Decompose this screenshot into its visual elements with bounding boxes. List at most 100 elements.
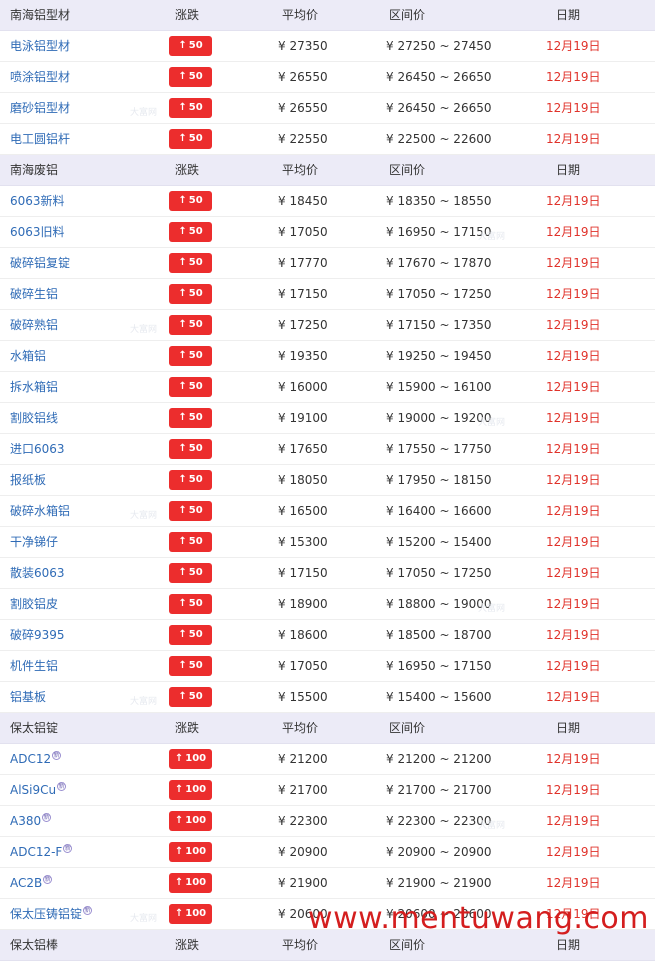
table-row: 干净锑仔 ↑ 50 ¥ 15300 ¥ 15200 ~ 15400 12月19日 <box>0 527 655 558</box>
new-tag-icon: 新 <box>42 813 52 822</box>
product-name-link[interactable]: 电工圆铝杆 <box>10 124 70 154</box>
change-value: 50 <box>188 598 203 609</box>
change-badge: ↑ 100 <box>169 780 212 800</box>
avg-price: ¥ 27350 <box>278 39 328 53</box>
range-price: ¥ 26450 ~ 26650 <box>386 70 492 84</box>
up-arrow-icon: ↑ <box>174 877 184 888</box>
date: 12月19日 <box>546 845 601 859</box>
change-value: 50 <box>188 257 203 268</box>
section-header: 保太铝锭 涨跌 平均价 区间价 日期 <box>0 713 655 744</box>
avg-price: ¥ 18450 <box>278 194 328 208</box>
up-arrow-icon: ↑ <box>178 443 187 454</box>
header-name: 保太铝锭 <box>10 721 59 735</box>
watermark-logo: 大富网 <box>130 108 158 118</box>
product-name-link[interactable]: 6063旧料 <box>10 217 65 247</box>
change-badge: ↑ 50 <box>169 563 212 583</box>
product-name-link[interactable]: ADC12-F 新 <box>10 837 73 867</box>
up-arrow-icon: ↑ <box>178 226 187 237</box>
change-value: 50 <box>188 195 203 206</box>
avg-price: ¥ 16000 <box>278 380 328 394</box>
date: 12月19日 <box>546 783 601 797</box>
product-name-link[interactable]: 水箱铝 <box>10 341 46 371</box>
watermark-logo: 大富网 <box>130 325 158 335</box>
table-row: 进口6063 ↑ 50 ¥ 17650 ¥ 17550 ~ 17750 12月19日 <box>0 434 655 465</box>
product-name: A380 <box>10 814 42 828</box>
product-name: 散装6063 <box>10 566 65 580</box>
product-name: 干净锑仔 <box>10 535 59 549</box>
change-value: 50 <box>188 319 203 330</box>
product-name-link[interactable]: 拆水箱铝 <box>10 372 58 402</box>
up-arrow-icon: ↑ <box>178 71 187 82</box>
table-row: 电泳铝型材 ↑ 50 ¥ 27350 ¥ 27250 ~ 27450 12月19日 <box>0 31 655 62</box>
date: 12月19日 <box>546 752 601 766</box>
change-value: 100 <box>185 753 207 764</box>
price-table: 南海铝型材 涨跌 平均价 区间价 日期 电泳铝型材 ↑ 50 ¥ 27350 ¥ 27250 ~ … <box>0 0 655 961</box>
product-name-link[interactable]: 破碎生铝 <box>10 279 58 309</box>
change-badge: ↑ 50 <box>169 625 212 645</box>
product-name-link[interactable]: 报纸板 <box>10 465 46 495</box>
date: 12月19日 <box>546 380 601 394</box>
date: 12月19日 <box>546 535 601 549</box>
watermark-logo: 大富网 <box>130 511 158 521</box>
range-price: ¥ 18350 ~ 18550 <box>386 194 492 208</box>
table-row: 磨砂铝型材 ↑ 50 ¥ 26550 ¥ 26450 ~ 26650 12月19日 大富网 <box>0 93 655 124</box>
header-name: 南海铝型材 <box>10 8 71 22</box>
product-name-link[interactable]: 破碎9395 <box>10 620 65 650</box>
product-name-link[interactable]: 破碎熟铝 <box>10 310 58 340</box>
avg-price: ¥ 17250 <box>278 318 328 332</box>
change-value: 50 <box>188 350 203 361</box>
section-header: 南海铝型材 涨跌 平均价 区间价 日期 <box>0 0 655 31</box>
product-name-link[interactable]: 6063新料 <box>10 186 65 216</box>
product-name-link[interactable]: 铝基板 <box>10 682 46 712</box>
change-value: 50 <box>188 536 203 547</box>
header-avg-price: 平均价 <box>282 8 319 22</box>
range-price: ¥ 21900 ~ 21900 <box>386 876 492 890</box>
product-name-link[interactable]: 喷涂铝型材 <box>10 62 70 92</box>
change-value: 50 <box>188 40 203 51</box>
header-name: 南海废铝 <box>10 163 59 177</box>
product-name-link[interactable]: 割胶铝皮 <box>10 589 58 619</box>
new-tag-icon: 新 <box>57 782 67 791</box>
product-name-link[interactable]: 磨砂铝型材 <box>10 93 70 123</box>
change-badge: ↑ 50 <box>169 470 212 490</box>
range-price: ¥ 15200 ~ 15400 <box>386 535 492 549</box>
product-name-link[interactable]: A380 新 <box>10 806 52 836</box>
product-name-link[interactable]: AlSi9Cu 新 <box>10 775 67 805</box>
up-arrow-icon: ↑ <box>178 629 187 640</box>
product-name: 进口6063 <box>10 442 65 456</box>
change-value: 50 <box>188 71 203 82</box>
product-name-link[interactable]: 破碎铝复锭 <box>10 248 70 278</box>
change-badge: ↑ 100 <box>169 873 212 893</box>
up-arrow-icon: ↑ <box>174 753 184 764</box>
range-price: ¥ 15900 ~ 16100 <box>386 380 492 394</box>
avg-price: ¥ 17050 <box>278 659 328 673</box>
product-name-link[interactable]: 散装6063 <box>10 558 65 588</box>
change-value: 50 <box>188 443 203 454</box>
product-name-link[interactable]: 电泳铝型材 <box>10 31 70 61</box>
product-name: 割胶铝皮 <box>10 597 59 611</box>
avg-price: ¥ 17150 <box>278 566 328 580</box>
up-arrow-icon: ↑ <box>174 846 184 857</box>
table-row: 散装6063 ↑ 50 ¥ 17150 ¥ 17050 ~ 17250 12月19日 <box>0 558 655 589</box>
header-range-price: 区间价 <box>389 163 426 177</box>
product-name-link[interactable]: 进口6063 <box>10 434 65 464</box>
up-arrow-icon: ↑ <box>178 40 187 51</box>
date: 12月19日 <box>546 287 601 301</box>
product-name-link[interactable]: ADC12 新 <box>10 744 62 774</box>
table-row: 6063旧料 ↑ 50 ¥ 17050 ¥ 16950 ~ 17150 12月19日 大富网 <box>0 217 655 248</box>
new-tag-icon: 新 <box>83 906 93 915</box>
product-name-link[interactable]: 干净锑仔 <box>10 527 58 557</box>
change-value: 50 <box>188 226 203 237</box>
product-name-link[interactable]: AC2B 新 <box>10 868 53 898</box>
product-name-link[interactable]: 破碎水箱铝 <box>10 496 70 526</box>
product-name-link[interactable]: 保太压铸铝锭新 <box>10 899 93 929</box>
up-arrow-icon: ↑ <box>174 784 184 795</box>
date: 12月19日 <box>546 442 601 456</box>
range-price: ¥ 20900 ~ 20900 <box>386 845 492 859</box>
change-badge: ↑ 50 <box>169 346 212 366</box>
change-badge: ↑ 50 <box>169 501 212 521</box>
product-name-link[interactable]: 机件生铝 <box>10 651 58 681</box>
table-row: 割胶铝线 ↑ 50 ¥ 19100 ¥ 19000 ~ 19200 12月19日 大富网 <box>0 403 655 434</box>
avg-price: ¥ 15500 <box>278 690 328 704</box>
product-name-link[interactable]: 割胶铝线 <box>10 403 58 433</box>
